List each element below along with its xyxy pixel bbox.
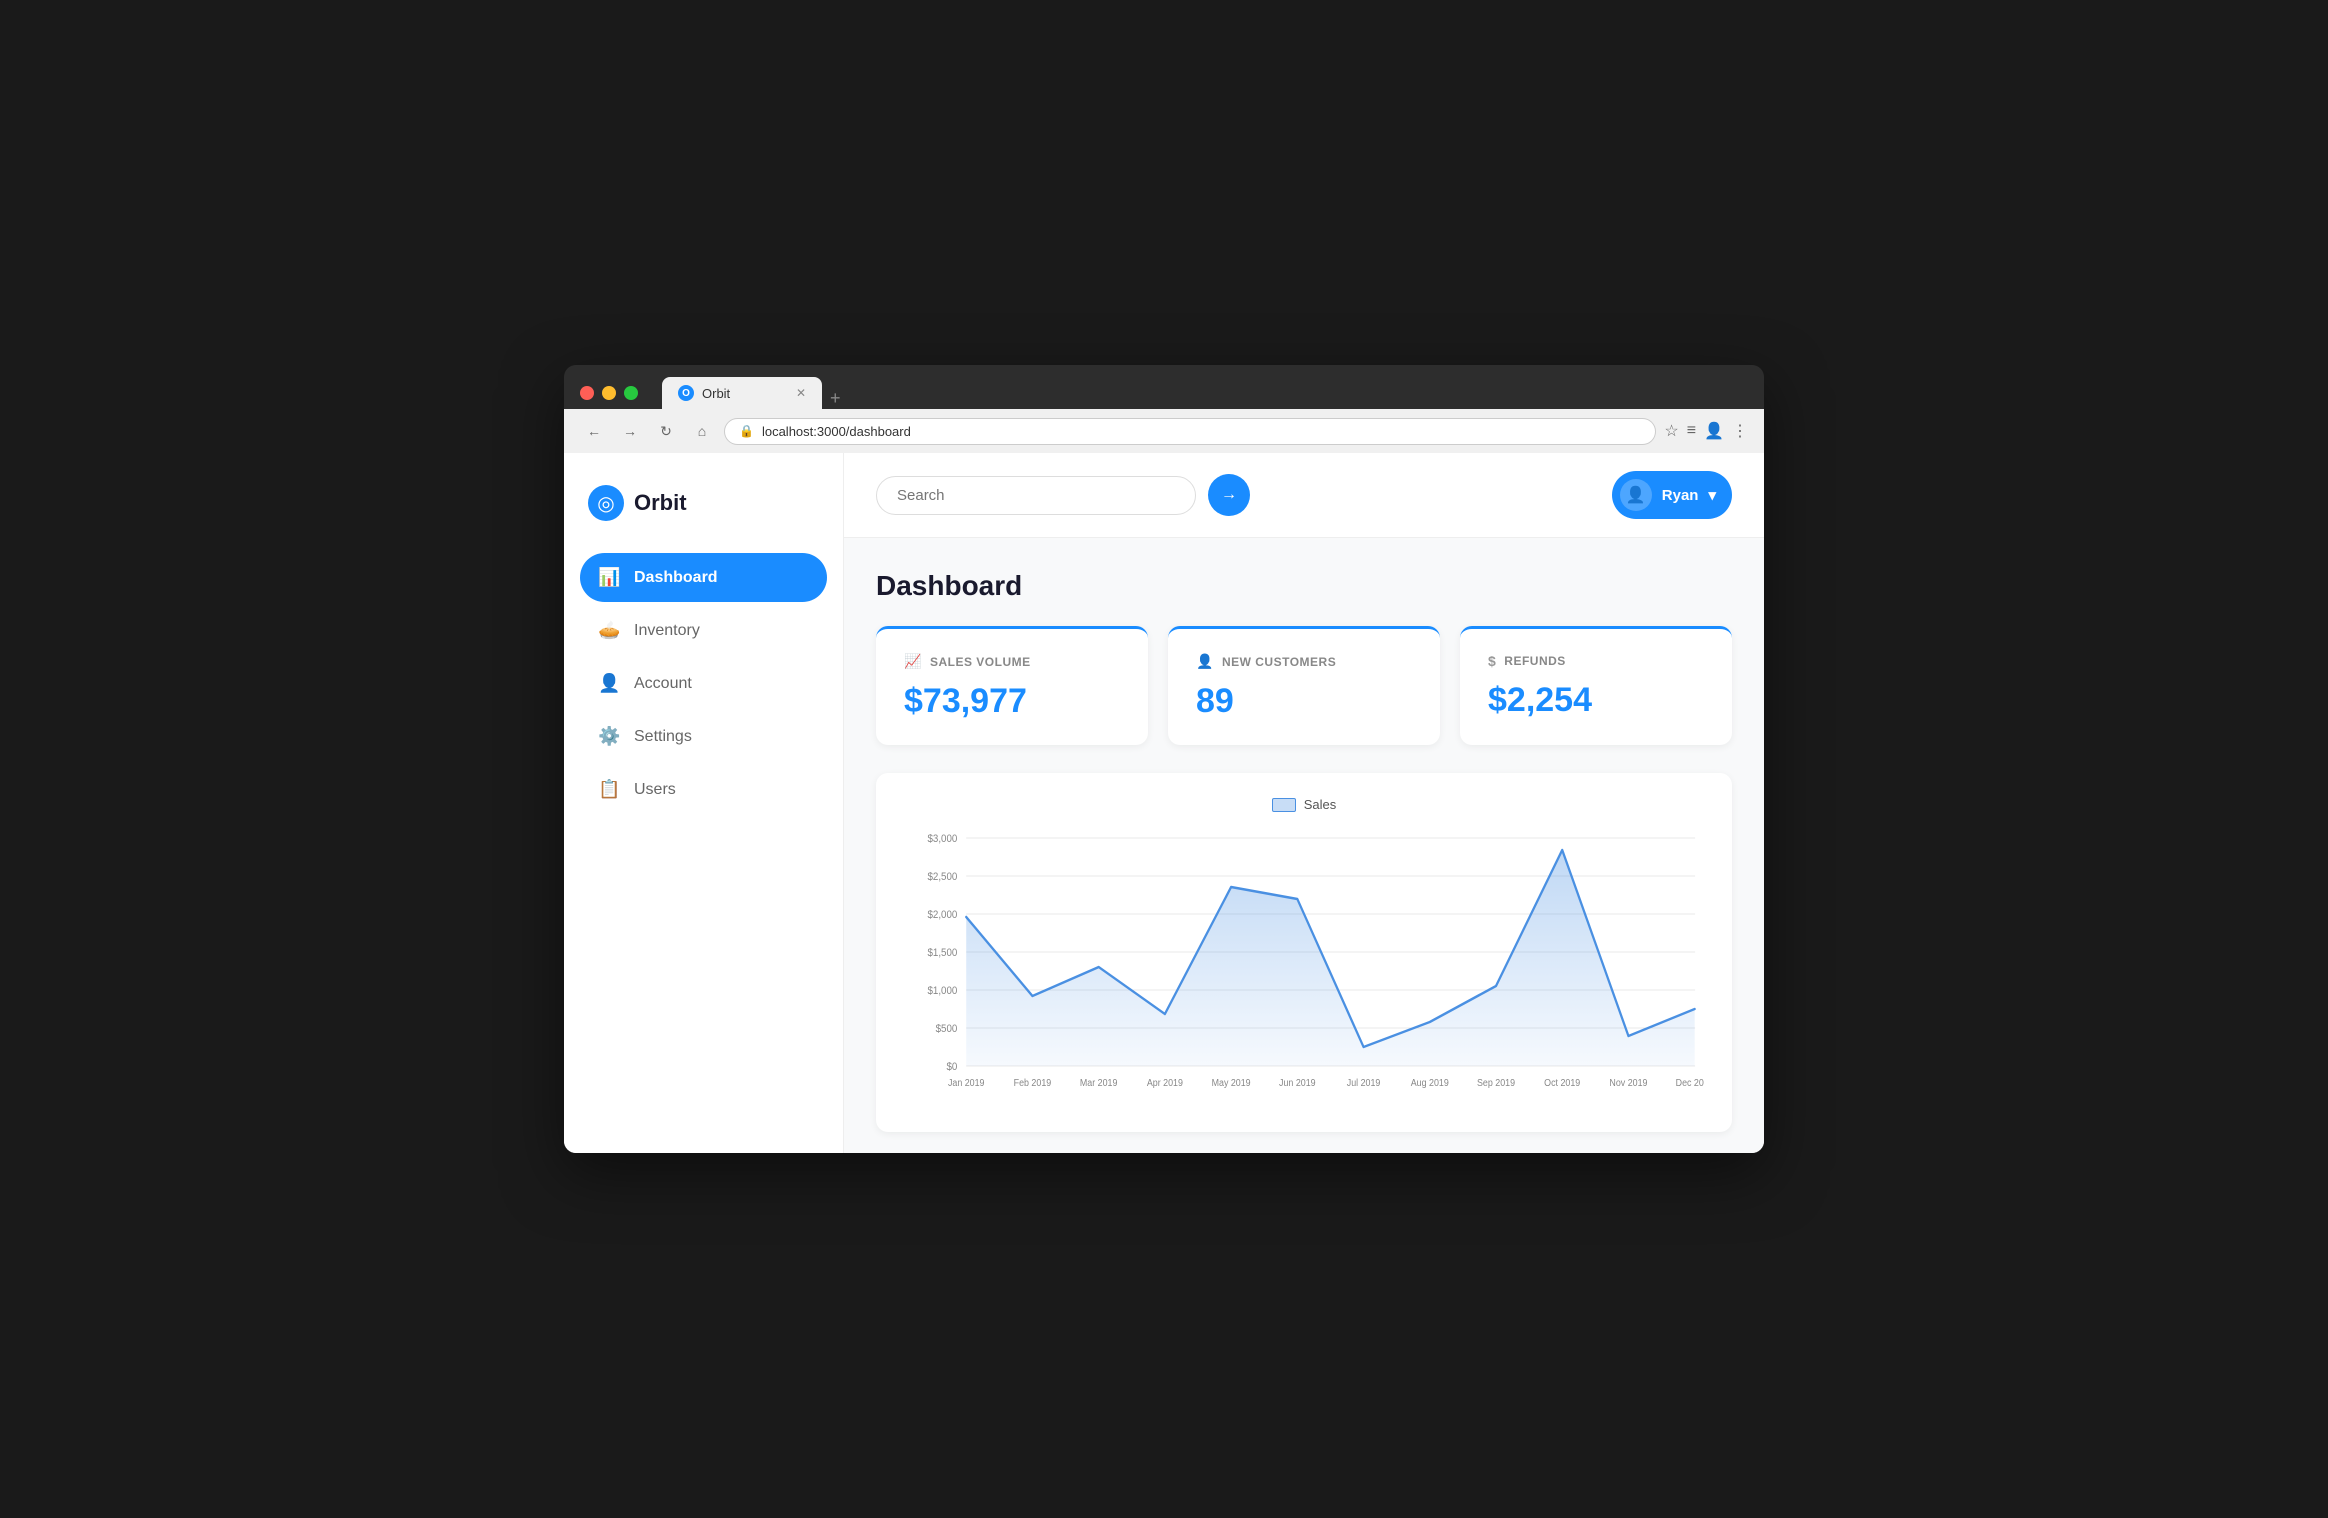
avatar-icon: 👤 bbox=[1626, 485, 1646, 505]
sales-volume-label: SALES VOLUME bbox=[930, 655, 1031, 669]
new-customers-value: 89 bbox=[1196, 682, 1412, 721]
svg-text:Feb 2019: Feb 2019 bbox=[1014, 1078, 1052, 1090]
svg-text:Nov 2019: Nov 2019 bbox=[1609, 1078, 1647, 1090]
svg-text:$3,000: $3,000 bbox=[927, 834, 957, 846]
user-menu[interactable]: 👤 Ryan ▾ bbox=[1612, 471, 1732, 519]
refunds-label: REFUNDS bbox=[1504, 654, 1566, 668]
svg-text:Jan 2019: Jan 2019 bbox=[948, 1078, 985, 1090]
sidebar-item-inventory[interactable]: 🥧 Inventory bbox=[580, 606, 827, 655]
svg-text:$2,500: $2,500 bbox=[927, 872, 957, 884]
main-content: → 👤 Ryan ▾ Dashboard bbox=[844, 453, 1764, 1153]
sidebar-label-settings: Settings bbox=[634, 728, 692, 746]
lock-icon: 🔒 bbox=[739, 424, 754, 438]
legend-label: Sales bbox=[1304, 797, 1337, 812]
account-icon: 👤 bbox=[598, 673, 620, 694]
search-button[interactable]: → bbox=[1208, 474, 1250, 516]
sales-chart: $3,000 $2,500 $2,000 $1,500 $1,000 $500 … bbox=[904, 828, 1704, 1108]
new-customers-label: NEW CUSTOMERS bbox=[1222, 655, 1336, 669]
sidebar-label-users: Users bbox=[634, 781, 676, 799]
stat-label-sales: 📈 SALES VOLUME bbox=[904, 653, 1120, 670]
new-customers-icon: 👤 bbox=[1196, 653, 1214, 670]
stat-cards: 📈 SALES VOLUME $73,977 👤 NEW CUSTOMERS 8… bbox=[876, 626, 1732, 745]
logo-text: Orbit bbox=[634, 490, 687, 516]
sidebar-label-dashboard: Dashboard bbox=[634, 569, 718, 587]
search-container: → bbox=[876, 474, 1250, 516]
refresh-button[interactable]: ↻ bbox=[652, 417, 680, 445]
chart-container: $3,000 $2,500 $2,000 $1,500 $1,000 $500 … bbox=[904, 828, 1704, 1108]
tab-favicon: O bbox=[678, 385, 694, 401]
sales-volume-value: $73,977 bbox=[904, 682, 1120, 721]
minimize-button[interactable] bbox=[602, 386, 616, 400]
sidebar-item-account[interactable]: 👤 Account bbox=[580, 659, 827, 708]
stat-label-refunds: $ REFUNDS bbox=[1488, 653, 1704, 669]
svg-text:Dec 2019: Dec 2019 bbox=[1676, 1078, 1704, 1090]
stat-card-refunds: $ REFUNDS $2,254 bbox=[1460, 626, 1732, 745]
tab-title: Orbit bbox=[702, 386, 730, 401]
svg-text:$1,000: $1,000 bbox=[927, 986, 957, 998]
back-button[interactable]: ← bbox=[580, 417, 608, 445]
refunds-icon: $ bbox=[1488, 653, 1496, 669]
sidebar-item-users[interactable]: 📋 Users bbox=[580, 765, 827, 814]
svg-text:Mar 2019: Mar 2019 bbox=[1080, 1078, 1118, 1090]
address-bar[interactable]: 🔒 localhost:3000/dashboard bbox=[724, 418, 1656, 445]
svg-text:$1,500: $1,500 bbox=[927, 948, 957, 960]
svg-text:Jun 2019: Jun 2019 bbox=[1279, 1078, 1316, 1090]
svg-text:Aug 2019: Aug 2019 bbox=[1411, 1078, 1449, 1090]
settings-icon: ⚙️ bbox=[598, 726, 620, 747]
tab-close-button[interactable]: ✕ bbox=[796, 386, 806, 400]
dashboard-body: Dashboard 📈 SALES VOLUME $73,977 👤 NEW bbox=[844, 538, 1764, 1153]
search-input[interactable] bbox=[876, 476, 1196, 515]
active-tab[interactable]: O Orbit ✕ bbox=[662, 377, 822, 409]
sidebar-label-inventory: Inventory bbox=[634, 622, 700, 640]
logo-icon: ◎ bbox=[588, 485, 624, 521]
avatar: 👤 bbox=[1620, 479, 1652, 511]
svg-text:Oct 2019: Oct 2019 bbox=[1544, 1078, 1580, 1090]
legend-swatch bbox=[1272, 798, 1296, 812]
sales-volume-icon: 📈 bbox=[904, 653, 922, 670]
svg-text:May 2019: May 2019 bbox=[1212, 1078, 1251, 1090]
chart-legend: Sales bbox=[904, 797, 1704, 812]
sidebar-item-dashboard[interactable]: 📊 Dashboard bbox=[580, 553, 827, 602]
user-name: Ryan bbox=[1662, 487, 1699, 504]
tab-list-icon[interactable]: ≡ bbox=[1687, 422, 1696, 440]
page-title: Dashboard bbox=[876, 570, 1732, 602]
dropdown-chevron-icon: ▾ bbox=[1708, 486, 1716, 504]
close-button[interactable] bbox=[580, 386, 594, 400]
svg-text:Sep 2019: Sep 2019 bbox=[1477, 1078, 1515, 1090]
svg-text:Apr 2019: Apr 2019 bbox=[1147, 1078, 1183, 1090]
bookmark-icon[interactable]: ☆ bbox=[1664, 421, 1678, 441]
maximize-button[interactable] bbox=[624, 386, 638, 400]
refunds-value: $2,254 bbox=[1488, 681, 1704, 720]
svg-text:$500: $500 bbox=[936, 1024, 958, 1036]
chart-card: Sales bbox=[876, 773, 1732, 1132]
logo: ◎ Orbit bbox=[580, 477, 827, 553]
search-arrow-icon: → bbox=[1221, 486, 1237, 504]
stat-label-customers: 👤 NEW CUSTOMERS bbox=[1196, 653, 1412, 670]
users-icon: 📋 bbox=[598, 779, 620, 800]
forward-button[interactable]: → bbox=[616, 417, 644, 445]
sidebar: ◎ Orbit 📊 Dashboard 🥧 Inventory 👤 Accoun… bbox=[564, 453, 844, 1153]
menu-icon[interactable]: ⋮ bbox=[1732, 421, 1748, 441]
dashboard-icon: 📊 bbox=[598, 567, 620, 588]
profile-icon[interactable]: 👤 bbox=[1704, 421, 1724, 441]
address-text: localhost:3000/dashboard bbox=[762, 424, 911, 439]
stat-card-sales: 📈 SALES VOLUME $73,977 bbox=[876, 626, 1148, 745]
home-button[interactable]: ⌂ bbox=[688, 417, 716, 445]
svg-text:Jul 2019: Jul 2019 bbox=[1347, 1078, 1381, 1090]
svg-text:$0: $0 bbox=[946, 1062, 957, 1074]
sidebar-item-settings[interactable]: ⚙️ Settings bbox=[580, 712, 827, 761]
traffic-lights bbox=[580, 386, 638, 400]
sidebar-label-account: Account bbox=[634, 675, 692, 693]
svg-text:$2,000: $2,000 bbox=[927, 910, 957, 922]
app-header: → 👤 Ryan ▾ bbox=[844, 453, 1764, 538]
inventory-icon: 🥧 bbox=[598, 620, 620, 641]
stat-card-customers: 👤 NEW CUSTOMERS 89 bbox=[1168, 626, 1440, 745]
new-tab-button[interactable]: + bbox=[830, 388, 841, 409]
